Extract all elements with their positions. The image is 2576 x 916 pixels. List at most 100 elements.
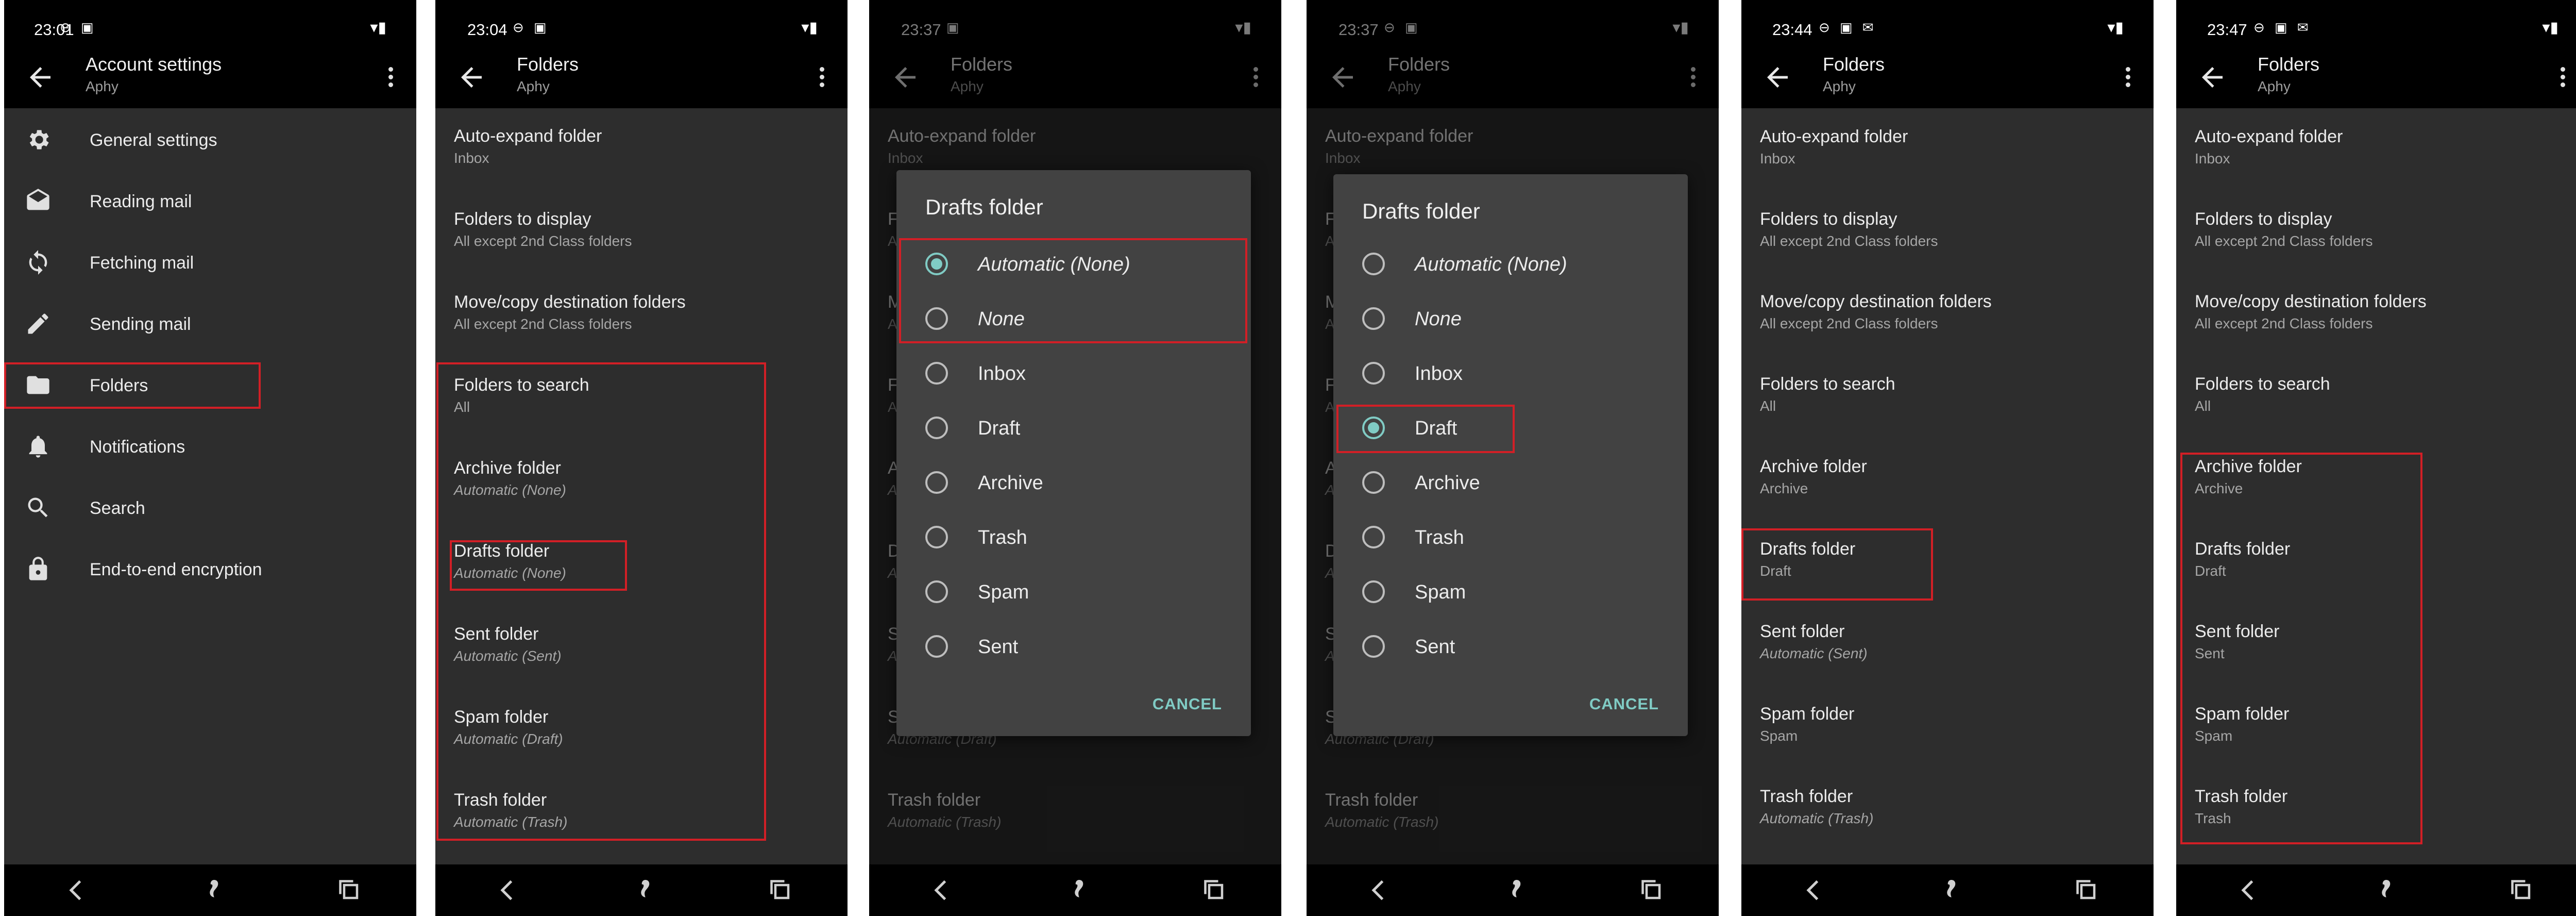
radio-option-spam[interactable]: Spam [896, 565, 1251, 620]
menu-item-general-settings[interactable]: General settings [4, 111, 416, 168]
pref-folders-to-display[interactable]: Folders to display All except 2nd Class f… [2176, 209, 2576, 287]
nav-recents-icon[interactable] [1199, 875, 1230, 906]
pref-folders-to-display[interactable]: Folders to display All except 2nd Class f… [435, 209, 848, 287]
menu-item-end-to-end-encryption[interactable]: End-to-end encryption [4, 540, 416, 597]
overflow-menu-icon[interactable] [2556, 65, 2569, 91]
radio-button[interactable] [1362, 526, 1385, 548]
toolbar: Folders Aphy [435, 46, 848, 108]
pref-move-copy-destination-folders[interactable]: Move/copy destination folders All except … [1741, 292, 2154, 369]
radio-button[interactable] [1362, 307, 1385, 330]
back-arrow-icon[interactable] [1762, 62, 1793, 93]
nav-home-icon[interactable] [1935, 875, 1965, 906]
navigation-bar [435, 864, 848, 916]
menu-item-sending-mail[interactable]: Sending mail [4, 295, 416, 352]
pref-summary: Inbox [1760, 151, 1795, 166]
radio-option-automatic-none[interactable]: Automatic (None) [1333, 237, 1688, 292]
nav-home-icon[interactable] [1062, 875, 1093, 906]
menu-item-label: Search [90, 498, 145, 518]
pref-auto-expand-folder[interactable]: Auto-expand folder Inbox [435, 126, 848, 204]
pref-folders-to-search[interactable]: Folders to search All [2176, 374, 2576, 452]
radio-option-inbox[interactable]: Inbox [896, 346, 1251, 401]
radio-option-trash[interactable]: Trash [1333, 510, 1688, 565]
pref-archive-folder[interactable]: Archive folder Archive [1741, 457, 2154, 534]
nav-back-icon[interactable] [1798, 875, 1829, 906]
radio-button[interactable] [1362, 471, 1385, 494]
search-icon [25, 494, 52, 521]
menu-item-notifications[interactable]: Notifications [4, 418, 416, 474]
cancel-button[interactable]: CANCEL [1153, 695, 1222, 713]
radio-button[interactable] [925, 526, 948, 548]
pref-title: Move/copy destination folders [454, 292, 686, 312]
nav-back-icon[interactable] [2233, 875, 2264, 906]
pref-summary: Archive [1760, 480, 1808, 496]
radio-option-trash[interactable]: Trash [896, 510, 1251, 565]
radio-option-sent[interactable]: Sent [896, 620, 1251, 674]
nav-home-icon[interactable] [629, 875, 659, 906]
menu-item-label: Sending mail [90, 314, 191, 334]
back-arrow-icon[interactable] [25, 62, 56, 93]
nav-recents-icon[interactable] [2506, 875, 2537, 906]
nav-back-icon[interactable] [926, 875, 957, 906]
radio-button[interactable] [1362, 253, 1385, 275]
pref-auto-expand-folder[interactable]: Auto-expand folder Inbox [2176, 127, 2576, 204]
pref-title: Auto-expand folder [454, 126, 602, 146]
radio-button[interactable] [925, 580, 948, 603]
bell-icon [25, 433, 52, 460]
pref-move-copy-destination-folders[interactable]: Move/copy destination folders All except … [435, 292, 848, 370]
radio-option-archive[interactable]: Archive [1333, 456, 1688, 510]
menu-item-search[interactable]: Search [4, 479, 416, 536]
toolbar-title: Folders [2258, 54, 2320, 75]
radio-option-draft[interactable]: Draft [896, 401, 1251, 456]
pref-spam-folder[interactable]: Spam folder Spam [1741, 704, 2154, 781]
pref-summary: Automatic (Trash) [1760, 810, 1874, 826]
nav-recents-icon[interactable] [765, 875, 796, 906]
overflow-menu-icon[interactable] [816, 65, 828, 91]
radio-button[interactable] [925, 362, 948, 385]
radio-button[interactable] [1362, 362, 1385, 385]
phone-screen-1: 23:01 ⊖ ▣ ▾▮ Account settings Aphy General se… [4, 0, 416, 916]
pref-folders-to-search[interactable]: Folders to search All [1741, 374, 2154, 452]
pref-summary: All except 2nd Class folders [454, 233, 632, 249]
nav-recents-icon[interactable] [334, 875, 365, 906]
navigation-bar [2176, 864, 2576, 916]
pref-title: Trash folder [1760, 787, 1853, 806]
overflow-menu-icon[interactable] [2122, 65, 2134, 91]
menu-item-fetching-mail[interactable]: Fetching mail [4, 234, 416, 290]
pref-sent-folder[interactable]: Sent folder Automatic (Sent) [1741, 622, 2154, 699]
navigation-bar [1741, 864, 2154, 916]
radio-option-inbox[interactable]: Inbox [1333, 346, 1688, 401]
radio-option-spam[interactable]: Spam [1333, 565, 1688, 620]
radio-button[interactable] [1362, 635, 1385, 658]
pref-folders-to-display[interactable]: Folders to display All except 2nd Class f… [1741, 209, 2154, 287]
pref-auto-expand-folder[interactable]: Auto-expand folder Inbox [1741, 127, 2154, 204]
radio-option-label: Inbox [978, 363, 1026, 385]
radio-option-sent[interactable]: Sent [1333, 620, 1688, 674]
nav-home-icon[interactable] [1500, 875, 1531, 906]
pref-move-copy-destination-folders[interactable]: Move/copy destination folders All except … [2176, 292, 2576, 369]
nav-home-icon[interactable] [2369, 875, 2400, 906]
status-time: 23:44 [1772, 21, 1812, 39]
nav-back-icon[interactable] [492, 875, 523, 906]
back-arrow-icon[interactable] [456, 62, 487, 93]
back-arrow-icon[interactable] [2197, 62, 2228, 93]
nav-recents-icon[interactable] [1636, 875, 1667, 906]
nav-back-icon[interactable] [61, 875, 92, 906]
notification-icons: ⊖ ▣ [60, 20, 97, 35]
nav-recents-icon[interactable] [2071, 875, 2102, 906]
radio-button[interactable] [925, 635, 948, 658]
nav-home-icon[interactable] [197, 875, 228, 906]
radio-button[interactable] [1362, 580, 1385, 603]
nav-back-icon[interactable] [1363, 875, 1394, 906]
radio-option-none[interactable]: None [1333, 292, 1688, 346]
radio-button[interactable] [925, 471, 948, 494]
pref-summary: Automatic (Sent) [1760, 645, 1868, 661]
radio-button[interactable] [925, 417, 948, 439]
radio-option-archive[interactable]: Archive [896, 456, 1251, 510]
menu-item-reading-mail[interactable]: Reading mail [4, 172, 416, 229]
cancel-button[interactable]: CANCEL [1589, 695, 1659, 713]
wifi-battery-icon: ▾▮ [370, 19, 386, 36]
pref-summary: All except 2nd Class folders [1760, 315, 1938, 331]
pref-trash-folder[interactable]: Trash folder Automatic (Trash) [1741, 787, 2154, 864]
overflow-menu-icon[interactable] [384, 65, 397, 91]
toolbar: Folders Aphy [1741, 46, 2154, 108]
